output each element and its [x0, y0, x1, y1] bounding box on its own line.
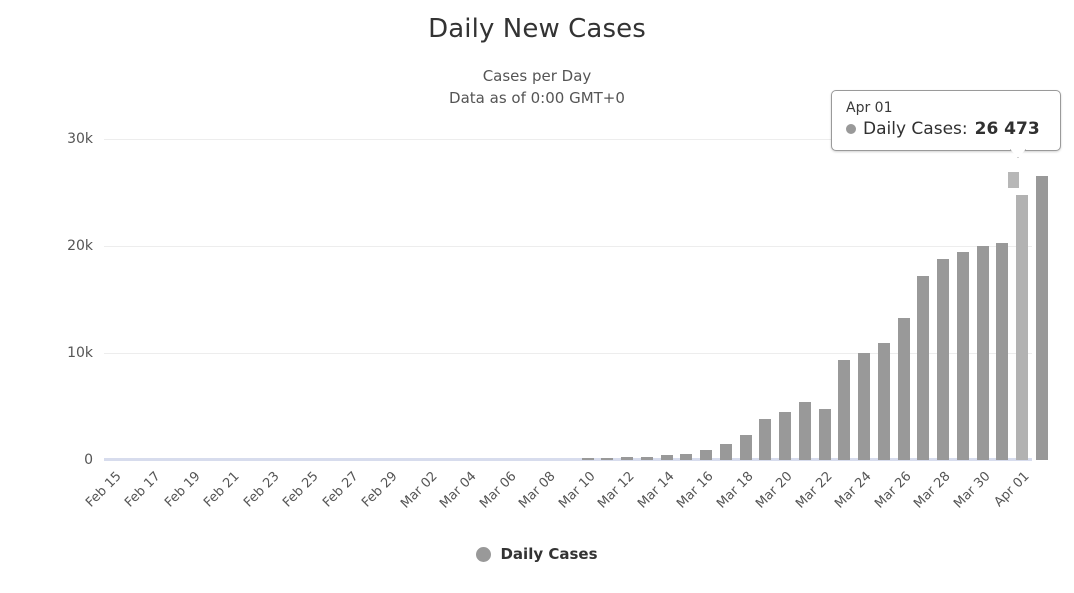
bar[interactable]	[917, 275, 930, 460]
bar[interactable]	[956, 252, 969, 460]
bar[interactable]	[937, 258, 950, 460]
bar[interactable]	[621, 457, 634, 460]
bar[interactable]	[818, 408, 831, 460]
gridline	[104, 352, 1032, 354]
bar[interactable]	[660, 454, 673, 460]
y-tick-label: 10k	[67, 344, 93, 361]
bar[interactable]	[897, 317, 910, 460]
bar[interactable]	[700, 450, 713, 460]
bar[interactable]	[798, 402, 811, 460]
bar[interactable]	[858, 352, 871, 460]
y-tick-label: 0	[84, 452, 93, 468]
bar[interactable]	[601, 458, 614, 460]
bar[interactable]	[739, 435, 752, 460]
bar[interactable]	[640, 456, 653, 460]
tooltip-value: 26 473	[974, 119, 1040, 139]
tooltip-series-label: Daily Cases:	[863, 119, 968, 139]
tooltip-stem	[1008, 172, 1019, 188]
chart-title: Daily New Cases	[428, 14, 646, 44]
bar[interactable]	[581, 458, 594, 460]
bar[interactable]	[976, 245, 989, 460]
daily-new-cases-chart: Daily New Cases Cases per Day Data as of…	[0, 0, 1074, 593]
x-axis-line	[104, 458, 1032, 461]
bar[interactable]	[1035, 176, 1048, 460]
bar[interactable]	[838, 360, 851, 460]
chart-subtitle-line-1: Cases per Day	[482, 67, 592, 85]
bar[interactable]	[779, 411, 792, 460]
y-tick-label: 20k	[67, 237, 93, 254]
plot-area: 0 10k 20k 30k Feb 15 Feb 17 Feb 19 Feb 21 Feb 23…	[67, 128, 1048, 512]
tooltip-date: Apr 01	[846, 100, 893, 116]
chart-tooltip: Apr 01 Daily Cases: 26 473	[831, 90, 1061, 158]
tooltip-marker-icon	[846, 124, 856, 134]
bar[interactable]	[719, 443, 732, 460]
bar[interactable]	[1016, 195, 1029, 460]
gridline	[104, 245, 1032, 247]
y-tick-label: 30k	[67, 130, 93, 147]
chart-legend[interactable]: Daily Cases	[0, 545, 1074, 563]
tooltip-series-row: Daily Cases: 26 473	[846, 119, 1046, 139]
legend-marker-icon	[476, 546, 492, 562]
bar[interactable]	[759, 419, 772, 460]
bar[interactable]	[996, 242, 1009, 460]
legend-item-daily-cases[interactable]: Daily Cases	[500, 545, 597, 563]
bar[interactable]	[877, 343, 890, 460]
bar[interactable]	[680, 453, 693, 460]
